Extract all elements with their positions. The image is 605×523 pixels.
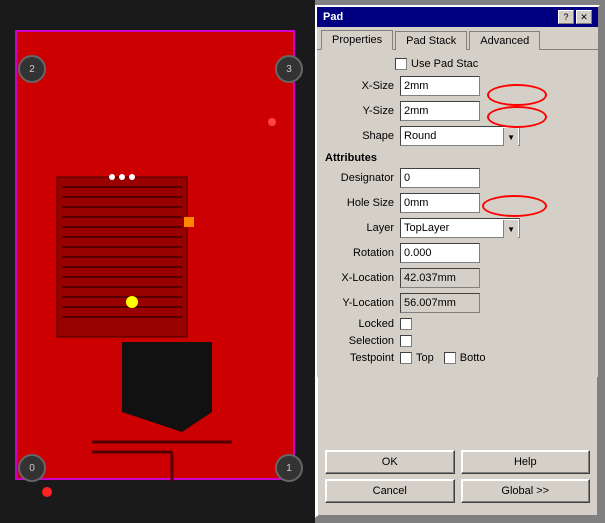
global-button[interactable]: Global >> [461, 479, 591, 503]
x-location-row: X-Location [325, 268, 590, 288]
selection-label: Selection [325, 335, 400, 347]
ok-button[interactable]: OK [325, 450, 455, 474]
corner-marker-2: 2 [18, 55, 46, 83]
y-location-label: Y-Location [325, 297, 400, 309]
hole-size-input[interactable] [400, 193, 480, 213]
corner-marker-1: 1 [275, 454, 303, 482]
designator-label: Designator [325, 172, 400, 184]
dialog-title: Pad [323, 11, 343, 23]
y-size-label: Y-Size [325, 105, 400, 117]
layer-label: Layer [325, 222, 400, 234]
x-location-label: X-Location [325, 272, 400, 284]
y-size-input[interactable] [400, 101, 480, 121]
hole-size-row: Hole Size [325, 193, 590, 213]
dialog-titlebar: Pad ? ✕ [317, 7, 598, 27]
rotation-label: Rotation [325, 247, 400, 259]
tab-advanced[interactable]: Advanced [469, 31, 540, 50]
tab-properties[interactable]: Properties [321, 30, 393, 50]
botto-label: Botto [460, 352, 486, 364]
pcb-board [15, 30, 295, 480]
button-row-2: Cancel Global >> [325, 479, 590, 503]
tab-pad-stack[interactable]: Pad Stack [395, 31, 467, 50]
locked-label: Locked [325, 318, 400, 330]
locked-row: Locked [325, 318, 590, 330]
selection-checkbox[interactable] [400, 335, 412, 347]
designator-row: Designator [325, 168, 590, 188]
x-size-input[interactable] [400, 76, 480, 96]
use-pad-stac-row: Use Pad Stac [395, 58, 590, 70]
locked-checkbox[interactable] [400, 318, 412, 330]
testpoint-label: Testpoint [325, 352, 400, 364]
testpoint-top-checkbox[interactable] [400, 352, 412, 364]
corner-marker-3: 3 [275, 55, 303, 83]
cancel-button[interactable]: Cancel [325, 479, 455, 503]
y-location-row: Y-Location [325, 293, 590, 313]
titlebar-buttons: ? ✕ [558, 10, 592, 24]
testpoint-row: Testpoint Top Botto [325, 352, 590, 364]
shape-label: Shape [325, 130, 400, 142]
use-pad-stac-checkbox[interactable] [395, 58, 407, 70]
testpoint-botto-checkbox[interactable] [444, 352, 456, 364]
y-size-row: Y-Size [325, 101, 590, 121]
designator-input[interactable] [400, 168, 480, 188]
top-label: Top [416, 352, 434, 364]
close-button[interactable]: ✕ [576, 10, 592, 24]
layer-select[interactable]: TopLayer BottomLayer MultiLayer [400, 218, 520, 238]
y-location-input[interactable] [400, 293, 480, 313]
x-location-input[interactable] [400, 268, 480, 288]
selection-row: Selection [325, 335, 590, 347]
help-dialog-button[interactable]: Help [461, 450, 591, 474]
button-row-1: OK Help [325, 450, 590, 474]
x-size-row: X-Size [325, 76, 590, 96]
tab-content: Use Pad Stac X-Size Y-Size Shape Round R… [317, 49, 598, 377]
corner-marker-0: 0 [18, 454, 46, 482]
bottom-buttons: OK Help Cancel Global >> [325, 450, 590, 508]
hole-size-label: Hole Size [325, 197, 400, 209]
shape-select[interactable]: Round Rectangular Oval [400, 126, 520, 146]
tabs-bar: Properties Pad Stack Advanced [317, 27, 598, 50]
shape-row: Shape Round Rectangular Oval [325, 126, 590, 146]
pad-dialog: Pad ? ✕ Properties Pad Stack Advanced Us… [315, 5, 600, 518]
attributes-header: Attributes [325, 152, 590, 164]
layer-row: Layer TopLayer BottomLayer MultiLayer [325, 218, 590, 238]
pcb-view-panel: 2 3 0 1 [0, 0, 315, 523]
help-button[interactable]: ? [558, 10, 574, 24]
x-size-label: X-Size [325, 80, 400, 92]
rotation-row: Rotation [325, 243, 590, 263]
use-pad-stac-label: Use Pad Stac [411, 58, 478, 70]
rotation-input[interactable] [400, 243, 480, 263]
